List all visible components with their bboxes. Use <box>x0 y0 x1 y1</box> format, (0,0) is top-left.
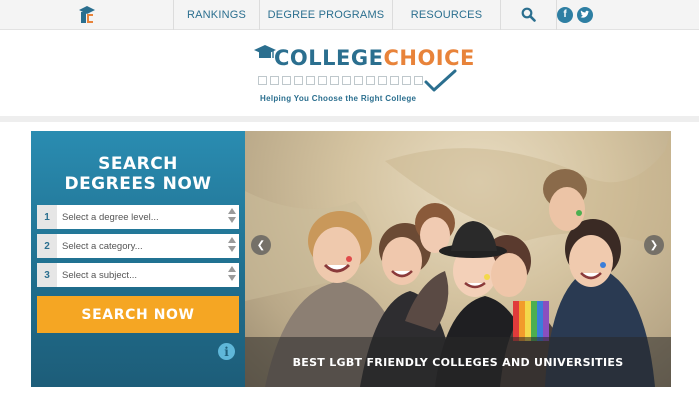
twitter-icon[interactable] <box>577 6 593 23</box>
search-icon <box>521 7 536 22</box>
slide-caption-text: BEST LGBT FRIENDLY COLLEGES AND UNIVERSI… <box>292 355 624 369</box>
search-panel-title: SEARCH DEGREES NOW <box>31 154 245 194</box>
search-title-line-1: SEARCH <box>98 154 178 174</box>
nav-search-button[interactable] <box>501 0 557 30</box>
select-number-1: 1 <box>37 205 57 229</box>
checkmark-icon <box>424 69 457 92</box>
brand-college-text: COLLEGE <box>274 46 384 70</box>
nav-rankings[interactable]: RANKINGS <box>174 0 260 30</box>
degree-level-dropdown[interactable]: Select a degree level... <box>57 205 239 229</box>
subject-select[interactable]: 3 Select a subject... <box>37 263 239 287</box>
slider-prev-button[interactable]: ❮ <box>251 235 271 255</box>
slider-next-button[interactable]: ❯ <box>644 235 664 255</box>
select-number-3: 3 <box>37 263 57 287</box>
degree-level-placeholder: Select a degree level... <box>62 211 159 223</box>
home-logo-link[interactable] <box>0 0 174 30</box>
category-dropdown[interactable]: Select a category... <box>57 234 239 258</box>
slide-caption[interactable]: BEST LGBT FRIENDLY COLLEGES AND UNIVERSI… <box>245 337 671 387</box>
nav-resources[interactable]: RESOURCES <box>393 0 501 30</box>
category-select[interactable]: 2 Select a category... <box>37 234 239 258</box>
search-now-button[interactable]: SEARCH NOW <box>37 296 239 333</box>
subject-placeholder: Select a subject... <box>62 269 137 281</box>
page: RANKINGS DEGREE PROGRAMS RESOURCES f COL <box>0 0 699 409</box>
select-number-2: 2 <box>37 234 57 258</box>
subject-dropdown[interactable]: Select a subject... <box>57 263 239 287</box>
tagline: Helping You Choose the Right College <box>260 94 417 103</box>
college-choice-mini-logo-icon <box>78 5 95 23</box>
search-title-line-2: DEGREES NOW <box>64 174 212 194</box>
brand-choice-text: CHOICE <box>383 46 475 70</box>
search-degrees-panel: SEARCH DEGREES NOW 1 Select a degree lev… <box>31 131 245 387</box>
top-nav: RANKINGS DEGREE PROGRAMS RESOURCES f <box>0 0 699 30</box>
hero-slider[interactable]: ❮ ❯ BEST LGBT FRIENDLY COLLEGES AND UNIV… <box>245 131 671 387</box>
select-arrows-icon <box>228 237 237 255</box>
site-header: COLLEGECHOICE Helping You Choose the Rig… <box>0 31 699 115</box>
nav-degree-programs[interactable]: DEGREE PROGRAMS <box>260 0 393 30</box>
college-choice-logo[interactable]: COLLEGECHOICE Helping You Choose the Rig… <box>254 43 474 113</box>
checkbox-row-graphic <box>258 76 423 85</box>
social-links: f <box>557 0 699 30</box>
header-divider <box>0 116 699 122</box>
select-arrows-icon <box>228 208 237 226</box>
graduation-cap-icon <box>254 45 276 58</box>
select-arrows-icon <box>228 266 237 284</box>
category-placeholder: Select a category... <box>62 240 143 252</box>
info-icon[interactable]: i <box>218 343 235 360</box>
facebook-icon[interactable]: f <box>557 6 573 23</box>
degree-level-select[interactable]: 1 Select a degree level... <box>37 205 239 229</box>
